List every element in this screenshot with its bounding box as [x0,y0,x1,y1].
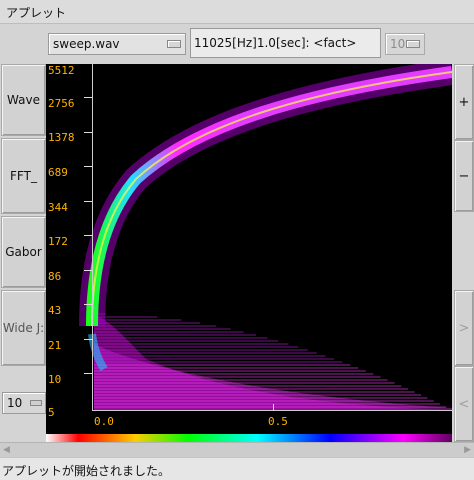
window-title: アプレット [6,6,67,20]
x-tick-label: 0.5 [268,415,288,428]
y-tick-mark [84,373,93,374]
zoom-out-button[interactable]: − [454,140,474,212]
dropdown-knob-icon [406,40,420,48]
number-select[interactable]: 10 [385,33,425,55]
y-tick-label: 10 [48,373,62,386]
signal-info-text: 11025[Hz]1.0[sec]: <fact> [194,36,357,50]
triangle-right-icon[interactable]: ▶ [464,445,471,455]
y-tick-mark [84,339,93,340]
number-select-value: 10 [390,37,406,51]
wave-button[interactable]: Wave [1,64,46,136]
y-tick-label: 172 [48,235,68,248]
y-tick-label: 5512 [48,64,75,77]
fft-button[interactable]: FFT_ [1,138,46,214]
file-select[interactable]: sweep.wav [48,33,186,55]
y-tick-mark [84,235,93,236]
y-tick-mark [84,201,93,202]
zoom-in-button[interactable]: + [454,64,474,140]
y-tick-label: 2756 [48,97,75,110]
gabor-button[interactable]: Gabor [1,216,46,288]
y-tick-label: 1378 [48,131,75,144]
y-tick-label: 344 [48,201,68,214]
x-tick-label: 0.0 [94,415,114,428]
signal-info-field[interactable]: 11025[Hz]1.0[sec]: <fact> [190,28,381,58]
prev-button[interactable]: < [454,366,474,442]
y-tick-mark [84,304,93,305]
count-select-value: 10 [7,396,23,410]
y-tick-label: 689 [48,166,68,179]
color-scale-bar [46,434,452,442]
y-tick-mark [84,270,93,271]
y-tick-mark [84,166,93,167]
toolbar: sweep.wav 11025[Hz]1.0[sec]: <fact> 10 [0,24,474,64]
spectrogram-panel[interactable]: 5512 2756 1378 689 344 172 86 43 21 10 5… [46,64,452,442]
y-tick-label: 86 [48,270,62,283]
status-text: アプレットが開始されました。 [2,464,171,478]
wide-button[interactable]: Wide J: [1,290,46,366]
y-tick-label: 5 [48,406,55,419]
spectrogram-plot [46,64,452,442]
triangle-left-icon[interactable]: ◀ [3,445,10,455]
horizontal-scrollbar[interactable]: ◀ ▶ [0,442,474,457]
next-button[interactable]: > [454,290,474,366]
x-tick-mark [273,404,274,411]
y-tick-label: 21 [48,339,62,352]
y-tick-mark [84,132,93,133]
dropdown-knob-icon [30,400,42,406]
status-bar: アプレットが開始されました。 [0,457,474,480]
file-select-value: sweep.wav [53,37,120,51]
dropdown-knob-icon [167,40,181,48]
y-tick-label: 43 [48,304,62,317]
count-select[interactable]: 10 [2,392,46,414]
y-tick-mark [84,97,93,98]
window-titlebar: アプレット [0,0,474,24]
